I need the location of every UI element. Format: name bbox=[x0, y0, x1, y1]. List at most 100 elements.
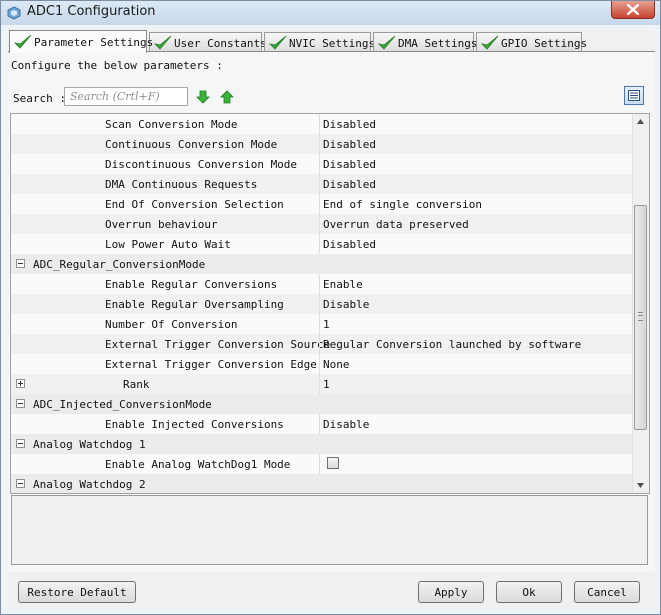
column-divider bbox=[319, 154, 320, 174]
param-name: External Trigger Conversion Source bbox=[105, 338, 331, 351]
param-value: Disabled bbox=[323, 158, 376, 171]
column-divider bbox=[319, 214, 320, 234]
param-name: Enable Regular Conversions bbox=[105, 278, 278, 291]
param-value: None bbox=[323, 358, 350, 371]
param-row-rank[interactable]: Rank 1 bbox=[11, 374, 633, 394]
collapse-icon[interactable] bbox=[16, 399, 25, 408]
param-value: Disable bbox=[323, 298, 370, 311]
param-value: Disable bbox=[323, 418, 370, 431]
param-value: 1 bbox=[323, 378, 330, 391]
group-row-analog-watchdog-2[interactable]: Analog Watchdog 2 bbox=[11, 474, 633, 493]
view-toggle-button[interactable] bbox=[624, 86, 644, 105]
tab-user-constants[interactable]: User Constants bbox=[149, 32, 267, 52]
param-name: External Trigger Conversion Edge bbox=[105, 358, 317, 371]
tab-bar: Parameter Settings User Constants NVIC S… bbox=[8, 30, 655, 53]
tab-nvic-settings[interactable]: NVIC Settings bbox=[264, 32, 375, 52]
param-name: DMA Continuous Requests bbox=[105, 178, 258, 191]
close-button[interactable] bbox=[611, 1, 655, 19]
param-value: Disabled bbox=[323, 178, 376, 191]
tab-label: User Constants bbox=[174, 37, 267, 50]
param-name: Overrun behaviour bbox=[105, 218, 218, 231]
param-row-continuous-conversion-mode[interactable]: Continuous Conversion Mode Disabled bbox=[11, 134, 633, 154]
tab-dma-settings[interactable]: DMA Settings bbox=[373, 32, 478, 52]
collapse-icon[interactable] bbox=[16, 479, 25, 488]
watchdog1-mode-checkbox[interactable] bbox=[327, 457, 339, 469]
param-row-scan-conversion-mode[interactable]: Scan Conversion Mode Disabled bbox=[11, 114, 633, 134]
param-name: Low Power Auto Wait bbox=[105, 238, 231, 251]
group-row-adc-injected-conversionmode[interactable]: ADC_Injected_ConversionMode bbox=[11, 394, 633, 414]
cancel-button[interactable]: Cancel bbox=[574, 581, 640, 603]
column-divider bbox=[319, 234, 320, 254]
search-input[interactable] bbox=[64, 87, 188, 106]
tab-label: DMA Settings bbox=[398, 37, 478, 50]
param-value: Overrun data preserved bbox=[323, 218, 469, 231]
param-row-discontinuous-conversion-mode[interactable]: Discontinuous Conversion Mode Disabled bbox=[11, 154, 633, 174]
title-bar[interactable]: ADC1 Configuration bbox=[1, 1, 660, 25]
param-row-number-of-conversion[interactable]: Number Of Conversion 1 bbox=[11, 314, 633, 334]
group-name: Analog Watchdog 1 bbox=[33, 438, 146, 451]
check-icon bbox=[14, 34, 32, 49]
restore-default-button[interactable]: Restore Default bbox=[18, 581, 136, 603]
param-name: Enable Injected Conversions bbox=[105, 418, 284, 431]
scrollbar-thumb[interactable] bbox=[634, 205, 647, 430]
param-row-low-power-auto-wait[interactable]: Low Power Auto Wait Disabled bbox=[11, 234, 633, 254]
ok-button[interactable]: Ok bbox=[496, 581, 562, 603]
param-value: Regular Conversion launched by software bbox=[323, 338, 582, 351]
check-icon bbox=[481, 35, 499, 50]
description-box bbox=[11, 495, 648, 565]
param-value: Disabled bbox=[323, 118, 376, 131]
collapse-icon[interactable] bbox=[16, 259, 25, 268]
param-name: Enable Analog WatchDog1 Mode bbox=[105, 458, 291, 471]
column-divider bbox=[319, 354, 320, 374]
expand-icon[interactable] bbox=[16, 379, 25, 388]
vertical-scrollbar[interactable] bbox=[632, 114, 649, 493]
param-value: Disabled bbox=[323, 138, 376, 151]
param-row-enable-injected-conversions[interactable]: Enable Injected Conversions Disable bbox=[11, 414, 633, 434]
column-divider bbox=[319, 414, 320, 434]
arrow-down-icon[interactable] bbox=[196, 90, 210, 104]
parameter-table: Scan Conversion Mode Disabled Continuous … bbox=[10, 113, 650, 494]
tab-gpio-settings[interactable]: GPIO Settings bbox=[476, 32, 587, 52]
column-divider bbox=[319, 294, 320, 314]
param-name: Discontinuous Conversion Mode bbox=[105, 158, 298, 171]
param-name: Enable Regular Oversampling bbox=[105, 298, 284, 311]
group-row-analog-watchdog-1[interactable]: Analog Watchdog 1 bbox=[11, 434, 633, 454]
param-value: 1 bbox=[323, 318, 330, 331]
collapse-icon[interactable] bbox=[16, 439, 25, 448]
param-name: Rank bbox=[123, 378, 150, 391]
arrow-up-icon[interactable] bbox=[220, 90, 234, 104]
param-row-enable-analog-watchdog1-mode[interactable]: Enable Analog WatchDog1 Mode bbox=[11, 454, 633, 474]
param-row-end-of-conversion-selection[interactable]: End Of Conversion Selection End of single… bbox=[11, 194, 633, 214]
group-row-adc-regular-conversionmode[interactable]: ADC_Regular_ConversionMode bbox=[11, 254, 633, 274]
adc1-configuration-window: ADC1 Configuration Parameter Settings Us… bbox=[0, 0, 661, 615]
scroll-down-icon[interactable] bbox=[637, 483, 644, 488]
param-row-external-trigger-conversion-source[interactable]: External Trigger Conversion Source Regula… bbox=[11, 334, 633, 354]
check-icon bbox=[269, 35, 287, 50]
tab-label: GPIO Settings bbox=[501, 37, 588, 50]
param-name: End Of Conversion Selection bbox=[105, 198, 284, 211]
dialog-body: Parameter Settings User Constants NVIC S… bbox=[8, 28, 655, 609]
group-name: ADC_Injected_ConversionMode bbox=[33, 398, 212, 411]
param-name: Scan Conversion Mode bbox=[105, 118, 238, 131]
column-divider bbox=[319, 194, 320, 214]
param-row-external-trigger-conversion-edge[interactable]: External Trigger Conversion Edge None bbox=[11, 354, 633, 374]
param-name: Continuous Conversion Mode bbox=[105, 138, 278, 151]
column-divider bbox=[319, 174, 320, 194]
param-row-dma-continuous-requests[interactable]: DMA Continuous Requests Disabled bbox=[11, 174, 633, 194]
param-name: Number Of Conversion bbox=[105, 318, 238, 331]
parameter-settings-panel: Configure the below parameters : Search … bbox=[8, 51, 655, 572]
param-row-overrun-behaviour[interactable]: Overrun behaviour Overrun data preserved bbox=[11, 214, 633, 234]
param-value: Enable bbox=[323, 278, 363, 291]
tab-parameter-settings[interactable]: Parameter Settings bbox=[9, 30, 153, 53]
apply-button[interactable]: Apply bbox=[418, 581, 484, 603]
column-divider bbox=[319, 374, 320, 394]
param-row-enable-regular-conversions[interactable]: Enable Regular Conversions Enable bbox=[11, 274, 633, 294]
param-value: End of single conversion bbox=[323, 198, 482, 211]
configure-label: Configure the below parameters : bbox=[11, 59, 223, 72]
scroll-up-icon[interactable] bbox=[637, 119, 644, 124]
column-divider bbox=[319, 334, 320, 354]
group-name: Analog Watchdog 2 bbox=[33, 478, 146, 491]
param-row-enable-regular-oversampling[interactable]: Enable Regular Oversampling Disable bbox=[11, 294, 633, 314]
check-icon bbox=[378, 35, 396, 50]
column-divider bbox=[319, 134, 320, 154]
